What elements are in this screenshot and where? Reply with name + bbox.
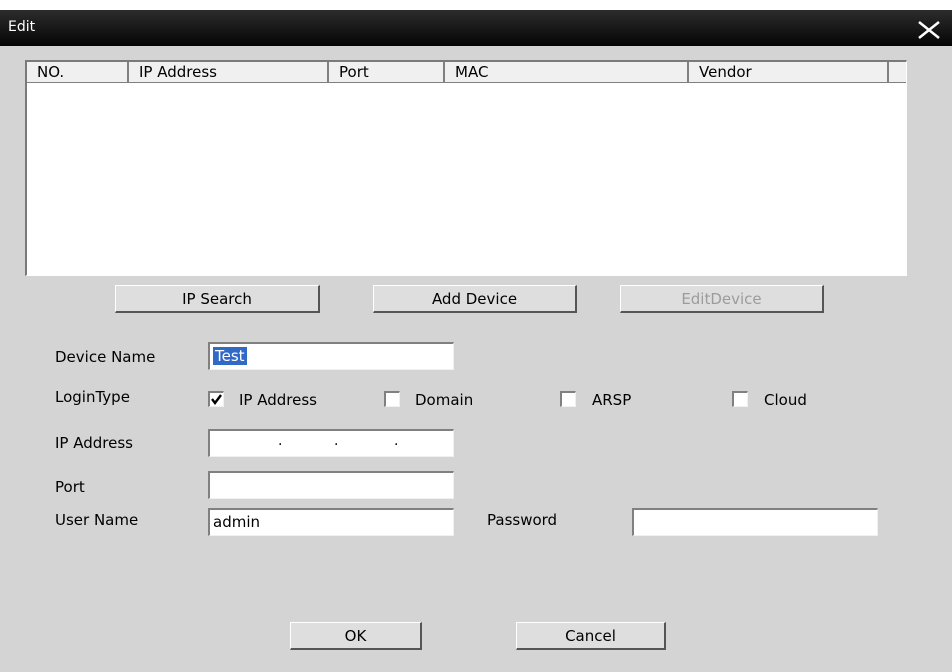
- ip-separator: .: [334, 433, 339, 449]
- port-field[interactable]: [208, 471, 454, 499]
- ip-separator: .: [394, 433, 399, 449]
- column-header-extra[interactable]: [889, 62, 906, 83]
- login-type-cloud-checkbox[interactable]: [732, 391, 748, 407]
- column-header-mac[interactable]: MAC: [445, 62, 689, 83]
- ip-address-label: IP Address: [55, 434, 133, 452]
- login-type-ip-address-label[interactable]: IP Address: [239, 391, 317, 409]
- column-header-no[interactable]: NO.: [27, 62, 129, 83]
- login-type-ip-address-checkbox[interactable]: [208, 391, 224, 407]
- login-type-label: LoginType: [55, 388, 130, 406]
- device-list-header: NO. IP Address Port MAC Vendor: [27, 62, 906, 84]
- title-bar[interactable]: Edit: [0, 10, 952, 46]
- login-type-cloud-label[interactable]: Cloud: [764, 391, 807, 409]
- ip-separator: .: [278, 433, 283, 449]
- device-name-value: Test: [213, 347, 247, 365]
- close-icon[interactable]: [914, 14, 944, 44]
- device-name-label: Device Name: [55, 348, 156, 366]
- device-name-field[interactable]: Test: [208, 342, 454, 370]
- login-type-domain-label[interactable]: Domain: [415, 391, 473, 409]
- cancel-button[interactable]: Cancel: [516, 622, 666, 650]
- login-type-domain-checkbox[interactable]: [384, 391, 400, 407]
- user-name-field[interactable]: admin: [208, 508, 454, 536]
- ip-search-button[interactable]: IP Search: [115, 285, 320, 313]
- add-device-button[interactable]: Add Device: [373, 285, 577, 313]
- column-header-vendor[interactable]: Vendor: [689, 62, 889, 83]
- port-label: Port: [55, 478, 85, 496]
- edit-dialog: Edit NO. IP Address Port MAC Vendor IP S…: [0, 10, 952, 672]
- user-name-label: User Name: [55, 511, 139, 529]
- dialog-title: Edit: [8, 19, 36, 35]
- login-type-arsp-checkbox[interactable]: [560, 391, 576, 407]
- password-label: Password: [487, 511, 558, 529]
- column-header-port[interactable]: Port: [329, 62, 445, 83]
- ok-button[interactable]: OK: [290, 622, 422, 650]
- password-field[interactable]: [632, 508, 878, 536]
- column-header-ip-address[interactable]: IP Address: [129, 62, 329, 83]
- edit-device-button[interactable]: EditDevice: [620, 285, 824, 313]
- checkmark-icon: [211, 394, 222, 405]
- ip-address-field[interactable]: . . .: [208, 429, 454, 457]
- login-type-arsp-label[interactable]: ARSP: [592, 391, 631, 409]
- device-list[interactable]: NO. IP Address Port MAC Vendor: [25, 60, 907, 276]
